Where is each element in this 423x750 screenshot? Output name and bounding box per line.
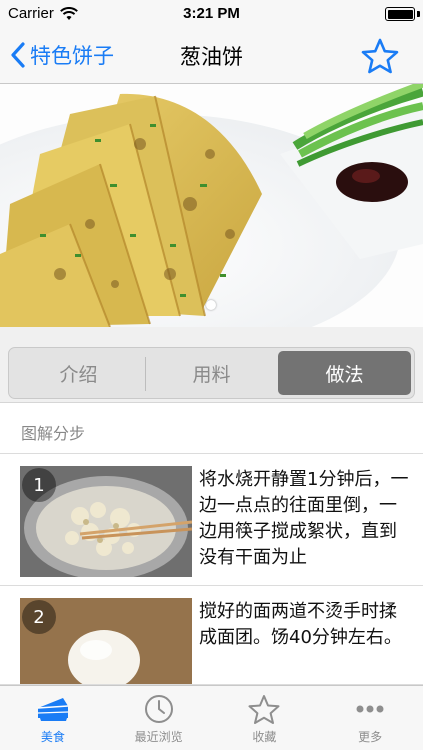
more-icon (356, 705, 384, 713)
step-image: 1 (20, 466, 192, 577)
clock-icon (144, 695, 173, 723)
segmented-control-container: 介绍 用料 做法 (0, 327, 423, 403)
segment-steps[interactable]: 做法 (278, 351, 411, 395)
segment-ingredients[interactable]: 用料 (145, 351, 278, 395)
step-number-badge: 2 (22, 600, 56, 634)
favorite-button[interactable] (361, 38, 399, 78)
scallion-pancake-photo (0, 84, 423, 327)
tab-label: 最近浏览 (134, 730, 183, 744)
status-time: 3:21 PM (183, 5, 240, 22)
page-title: 葱油饼 (180, 45, 243, 69)
segment-intro[interactable]: 介绍 (12, 351, 145, 395)
tab-bar: 美食 最近浏览 收藏 更多 (0, 685, 423, 750)
navigation-bar: 特色饼子 葱油饼 (0, 28, 423, 84)
star-icon (248, 695, 280, 724)
step-image: 2 (20, 598, 192, 684)
status-bar: Carrier 3:21 PM (0, 0, 423, 28)
tab-favorites[interactable]: 收藏 (212, 686, 318, 750)
section-header: 图解分步 (0, 404, 423, 454)
tab-food[interactable]: 美食 (0, 686, 106, 750)
tab-label: 更多 (358, 730, 383, 744)
tab-recent[interactable]: 最近浏览 (106, 686, 212, 750)
step-number-badge: 1 (22, 468, 56, 502)
star-outline-icon (361, 38, 399, 74)
step-description: 将水烧开静置1分钟后，一边一点点的往面里倒，一边用筷子搅成絮状，直到没有干面为止 (199, 469, 409, 568)
tab-label: 美食 (40, 730, 65, 744)
step-row[interactable]: 1 将水烧开静置1分钟后，一边一点点的往面里倒，一边用筷子搅成絮状，直到没有干面… (0, 455, 423, 586)
segmented-control: 介绍 用料 做法 (8, 347, 415, 399)
step-row[interactable]: 2 搅好的面两道不烫手时揉成面团。饧40分钟左右。 (0, 587, 423, 685)
battery-cap (417, 11, 420, 17)
hero-photo[interactable] (0, 84, 423, 327)
cake-icon (37, 698, 68, 721)
step-description: 搅好的面两道不烫手时揉成面团。饧40分钟左右。 (199, 601, 402, 648)
tab-label: 收藏 (252, 730, 277, 744)
battery-icon (385, 7, 415, 21)
tab-more[interactable]: 更多 (317, 686, 423, 750)
page-indicator-dot (206, 300, 216, 310)
